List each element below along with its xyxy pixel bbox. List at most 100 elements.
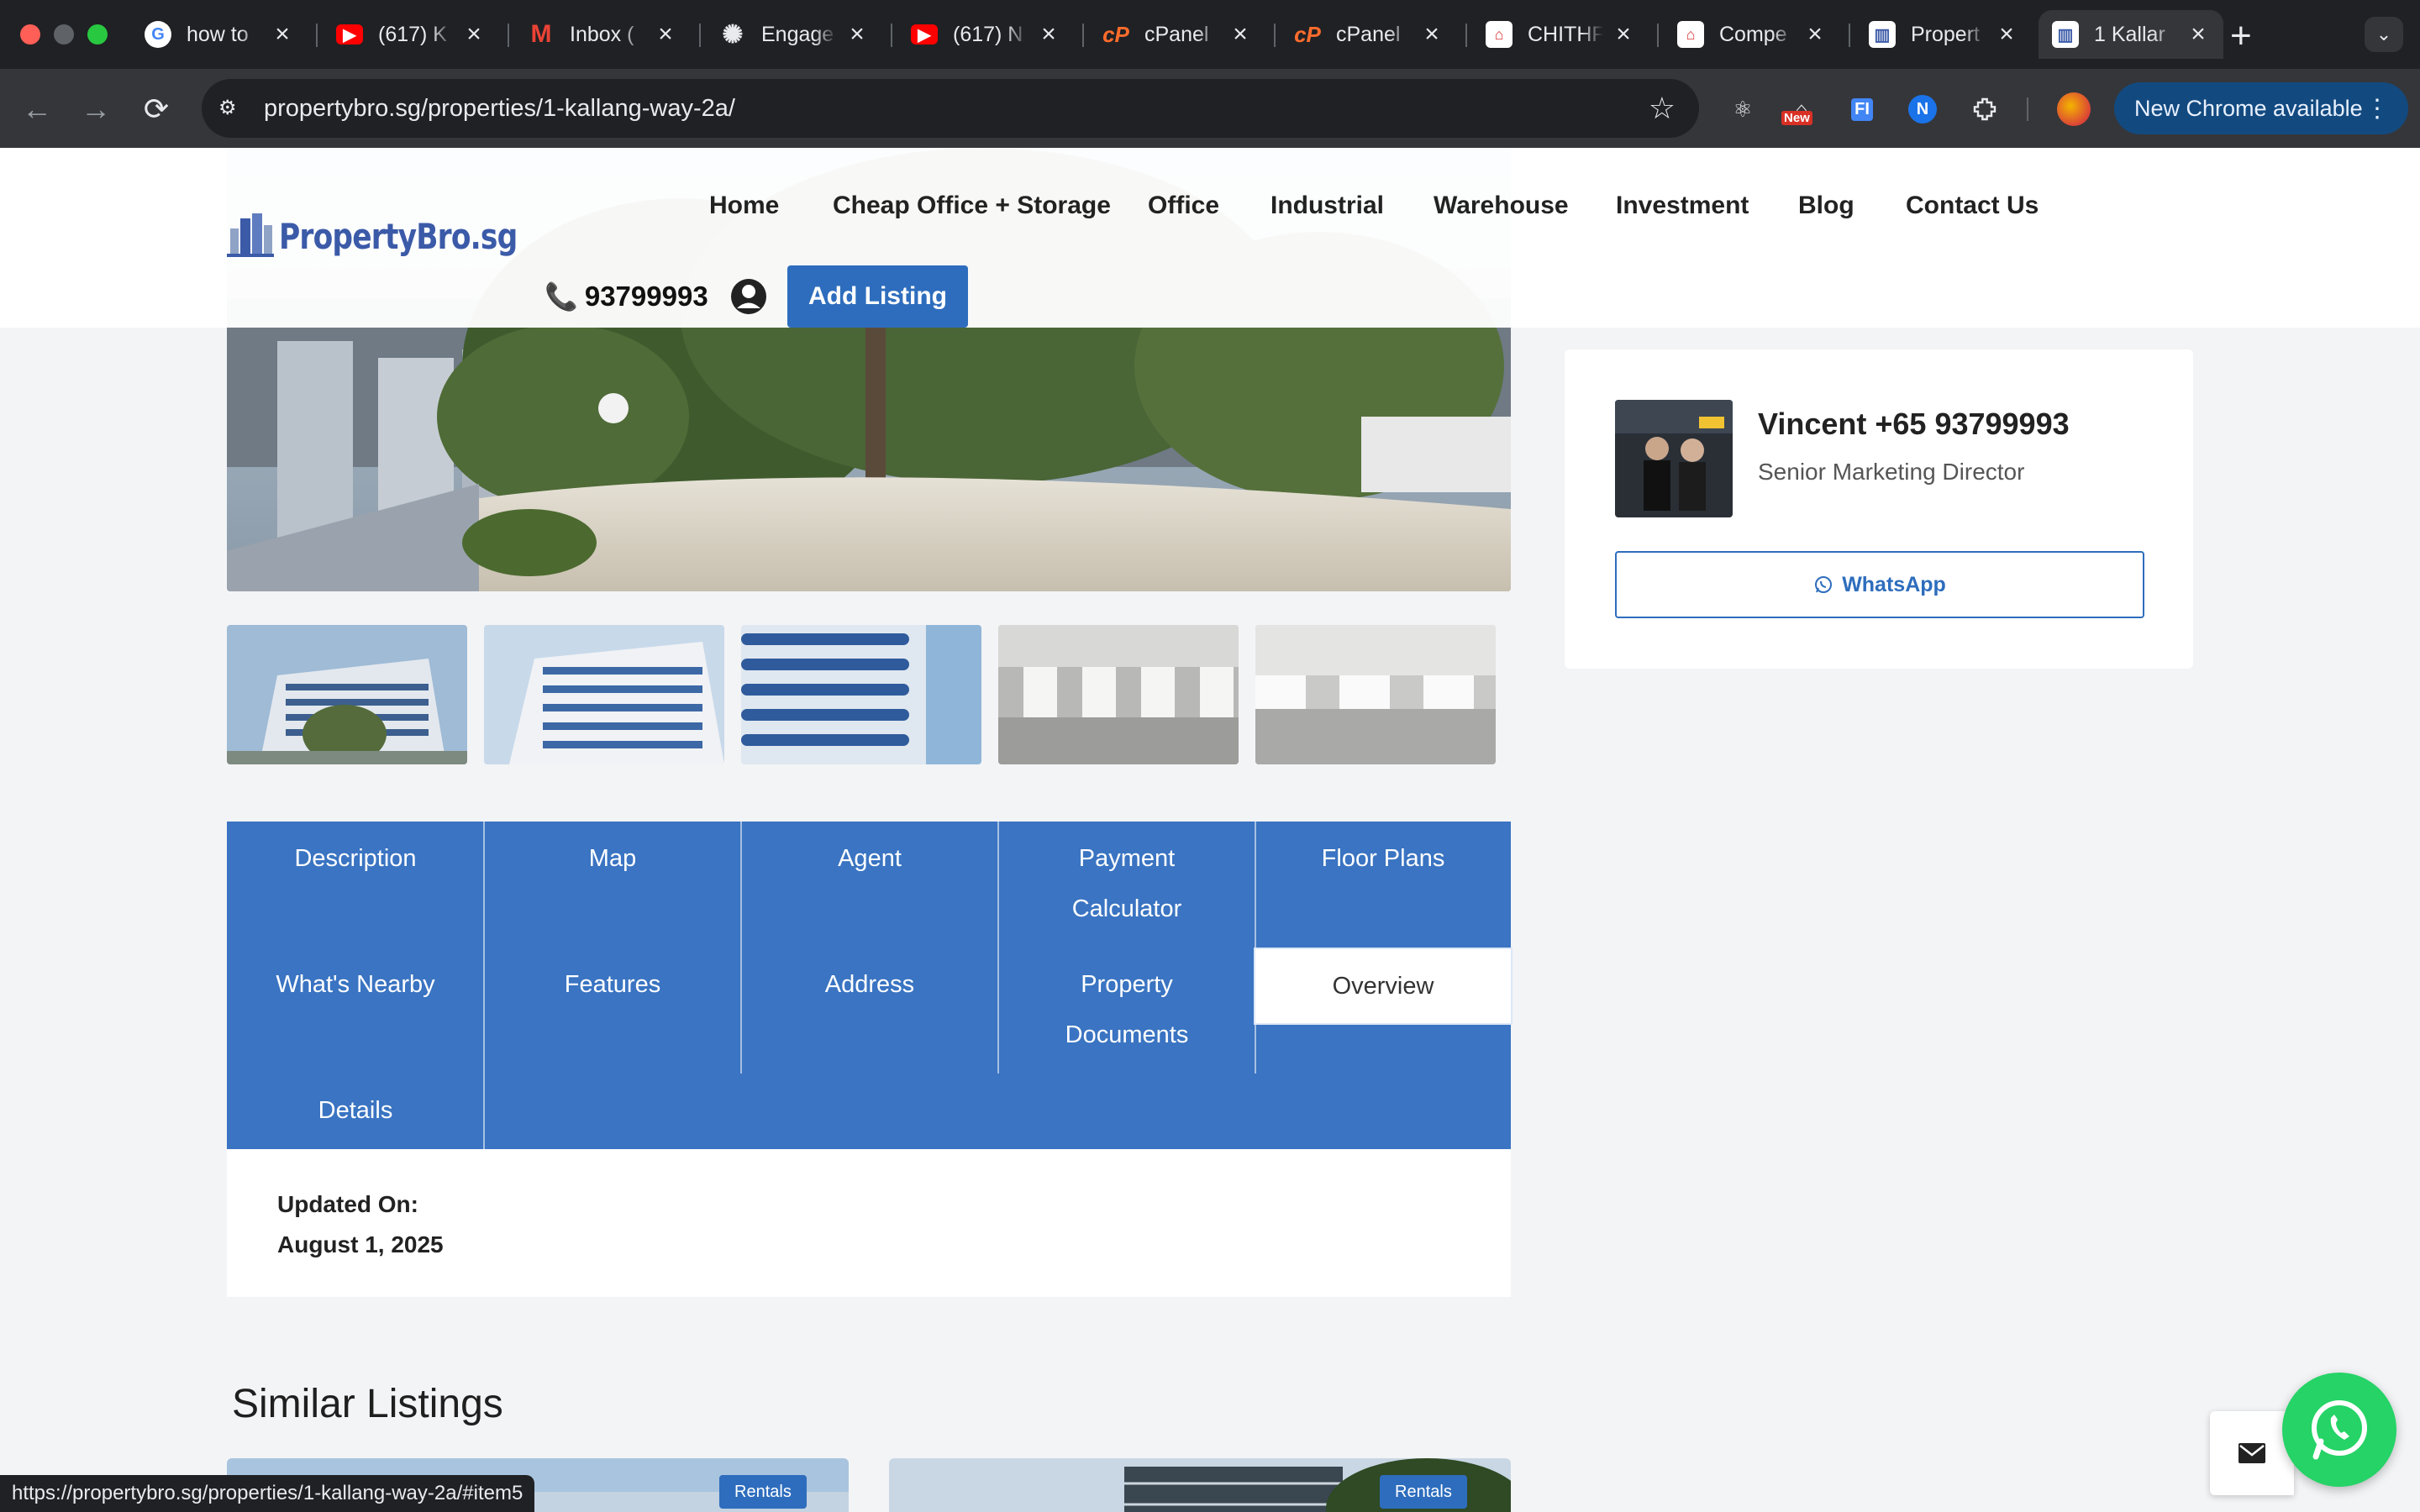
propertybro-icon: ▥ (1869, 21, 1896, 48)
tab-floor-plans[interactable]: Floor Plans (1255, 833, 1511, 884)
tab-title: cPanel (1144, 22, 1209, 46)
tab-close-icon[interactable]: × (1803, 20, 1827, 49)
tab-property-documents[interactable]: Property Documents (998, 959, 1255, 1060)
nav-blog[interactable]: Blog (1798, 192, 1854, 220)
tab-close-icon[interactable]: × (2186, 20, 2210, 49)
thumbnail-4[interactable] (998, 625, 1239, 764)
tab-title: 1 Kallar (2094, 22, 2165, 46)
tab-address[interactable]: Address (741, 959, 998, 1010)
tab-payment-calculator[interactable]: Payment Calculator (998, 833, 1255, 934)
react-devtools-icon[interactable]: ⚛ (1724, 91, 1761, 128)
thumbnail-5[interactable] (1255, 625, 1496, 764)
kebab-menu-icon[interactable]: ⋮ (2365, 94, 2390, 123)
tab-close-icon[interactable]: × (1612, 20, 1635, 49)
browser-tab[interactable]: G how to × (131, 10, 308, 59)
browser-tab[interactable]: ⌂ Compe × (1664, 10, 1840, 59)
tab-details[interactable]: Details (227, 1085, 484, 1136)
tab-separator (1849, 24, 1850, 47)
header-phone[interactable]: 📞 93799993 (544, 281, 708, 312)
site-header: PropertyBro.sg Home Cheap Office + Stora… (0, 148, 2420, 328)
rentals-badge: Rentals (719, 1475, 807, 1509)
chrome-update-button[interactable]: New Chrome available ⋮ (2114, 82, 2408, 134)
n-extension-icon[interactable]: N (1904, 91, 1941, 128)
updated-on-label: Updated On: (277, 1191, 418, 1217)
browser-tab[interactable]: ▥ Propert × (1855, 10, 2032, 59)
tab-separator (891, 24, 892, 47)
tab-close-icon[interactable]: × (271, 20, 294, 49)
minimize-window-button[interactable] (54, 24, 74, 45)
tab-search-button[interactable]: ⌄ (2365, 17, 2403, 52)
whatsapp-float-button[interactable] (2282, 1373, 2396, 1487)
youtube-icon: ▶ (911, 24, 938, 45)
browser-tab[interactable]: ▶ (617) K × (323, 10, 499, 59)
url-text[interactable]: propertybro.sg/properties/1-kallang-way-… (264, 95, 735, 123)
site-info-icon[interactable]: ⚙ (218, 96, 244, 121)
thumbnail-1[interactable] (227, 625, 467, 764)
nav-home[interactable]: Home (709, 192, 779, 220)
browser-tab-bar: G how to × ▶ (617) K × M Inbox ( × ✺ Eng… (0, 0, 2420, 69)
user-account-icon[interactable] (729, 277, 768, 316)
tab-close-icon[interactable]: × (845, 20, 869, 49)
tab-description[interactable]: Description (227, 833, 484, 884)
profile-avatar[interactable] (2055, 91, 2092, 128)
tab-separator (508, 24, 509, 47)
new-badge: New (1781, 111, 1812, 125)
email-float-button[interactable] (2210, 1411, 2294, 1495)
browser-tab[interactable]: cP cPanel × (1281, 10, 1457, 59)
agent-whatsapp-button[interactable]: WhatsApp (1615, 551, 2144, 618)
nav-warehouse[interactable]: Warehouse (1434, 192, 1569, 220)
agent-card: Vincent +65 93799993 Senior Marketing Di… (1565, 349, 2193, 669)
agent-photo[interactable] (1615, 400, 1733, 517)
tab-overview[interactable]: Overview (1254, 948, 1512, 1025)
tab-title: Propert (1911, 22, 1980, 46)
nav-office[interactable]: Office (1148, 192, 1219, 220)
whatsapp-icon (1815, 576, 1833, 593)
whatsapp-icon (2312, 1400, 2367, 1460)
bookmark-star-icon[interactable]: ☆ (1649, 91, 1676, 126)
tab-title: (617) N (953, 22, 1023, 46)
thumbnail-2[interactable] (484, 625, 724, 764)
browser-tab[interactable]: M Inbox ( × (514, 10, 691, 59)
tab-features[interactable]: Features (484, 959, 741, 1010)
tab-agent[interactable]: Agent (741, 833, 998, 884)
nav-contact-us[interactable]: Contact Us (1906, 192, 2039, 220)
new-tab-button[interactable]: + (2230, 15, 2252, 57)
cpanel-icon: cP (1294, 21, 1321, 47)
updated-on-date: August 1, 2025 (277, 1231, 444, 1257)
close-window-button[interactable] (20, 24, 40, 45)
tab-close-icon[interactable]: × (1037, 20, 1060, 49)
site-logo[interactable]: PropertyBro.sg (227, 210, 570, 257)
toolbar-separator (2027, 97, 2028, 121)
nav-investment[interactable]: Investment (1616, 192, 1749, 220)
fi-extension-icon[interactable]: FI (1844, 91, 1881, 128)
nav-cheap-office-storage[interactable]: Cheap Office + Storage (833, 192, 1111, 220)
tab-close-icon[interactable]: × (1995, 20, 2018, 49)
browser-tab[interactable]: ▶ (617) N × (897, 10, 1074, 59)
tab-separator (1274, 24, 1276, 47)
tab-title: cPanel (1336, 22, 1401, 46)
extension-new-icon[interactable]: ⌂ New (1781, 91, 1820, 128)
thumbnail-3[interactable] (741, 625, 981, 764)
tab-close-icon[interactable]: × (654, 20, 677, 49)
tab-whats-nearby[interactable]: What's Nearby (227, 959, 484, 1010)
browser-tab[interactable]: ✺ Engage × (706, 10, 882, 59)
back-button[interactable]: ← (18, 91, 55, 128)
browser-tab[interactable]: ⌂ CHITHF × (1472, 10, 1649, 59)
maximize-window-button[interactable] (87, 24, 108, 45)
tab-close-icon[interactable]: × (1228, 20, 1252, 49)
similar-listing-card-2[interactable]: Rentals (889, 1458, 1511, 1512)
nav-industrial[interactable]: Industrial (1270, 192, 1384, 220)
add-listing-button[interactable]: Add Listing (787, 265, 968, 328)
address-bar[interactable]: ⚙ propertybro.sg/properties/1-kallang-wa… (202, 79, 1699, 138)
tab-close-icon[interactable]: × (1420, 20, 1444, 49)
browser-tab[interactable]: cP cPanel × (1089, 10, 1265, 59)
status-bar-url: https://propertybro.sg/properties/1-kall… (0, 1475, 535, 1512)
compe-icon: ⌂ (1677, 21, 1704, 48)
tab-separator (1657, 24, 1659, 47)
forward-button[interactable]: → (77, 91, 114, 128)
reload-button[interactable]: ⟳ (138, 91, 175, 128)
puzzle-extensions-icon[interactable] (1966, 91, 2003, 128)
tab-close-icon[interactable]: × (462, 20, 486, 49)
browser-tab-active[interactable]: ▥ 1 Kallar × (2039, 10, 2223, 59)
tab-map[interactable]: Map (484, 833, 741, 884)
